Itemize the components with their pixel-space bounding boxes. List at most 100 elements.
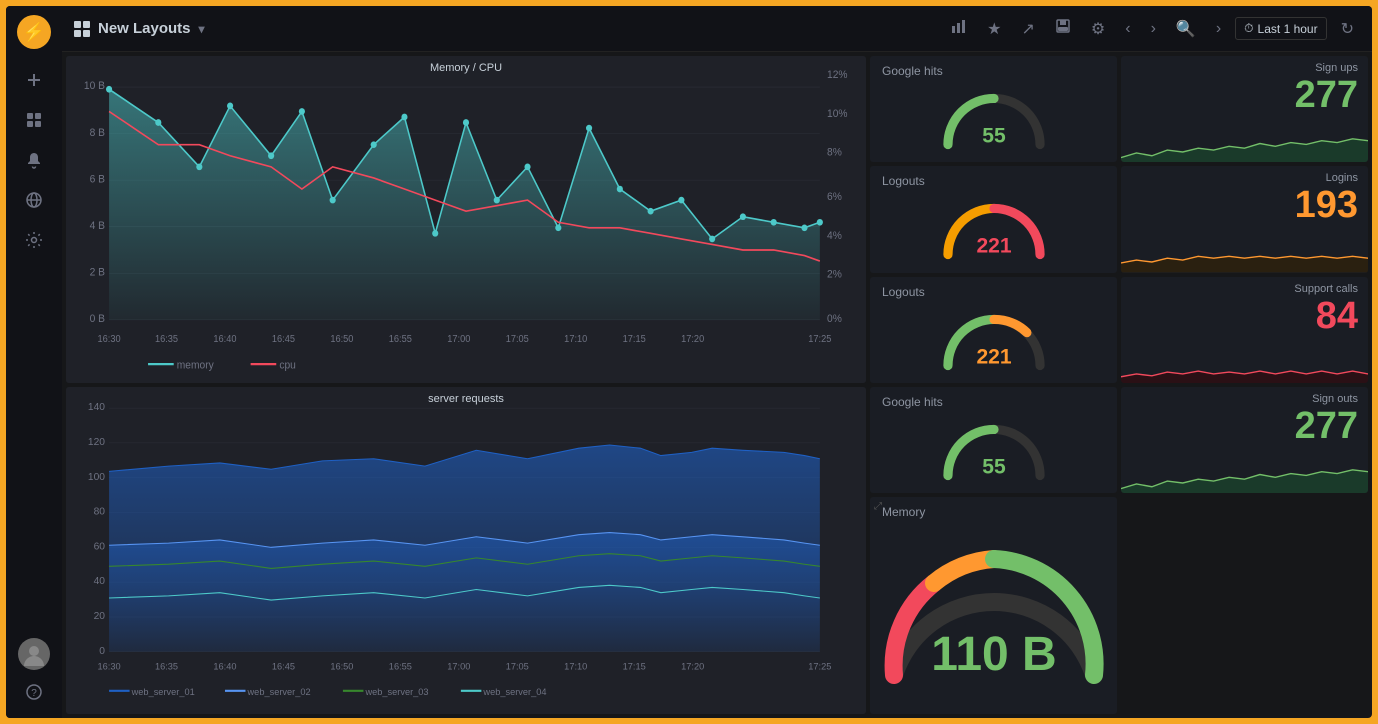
sign-outs-panel: Sign outs 277 (1121, 387, 1368, 493)
server-requests-title: server requests (66, 387, 866, 407)
app-logo[interactable]: ⚡ (16, 14, 52, 50)
svg-text:2%: 2% (827, 268, 842, 280)
svg-text:0: 0 (99, 646, 105, 657)
svg-text:0%: 0% (827, 313, 842, 325)
topbar: New Layouts ▾ ★ ↗ (62, 6, 1372, 52)
support-calls-value: 84 (1121, 297, 1368, 341)
gear-icon[interactable]: ⚙ (1085, 15, 1111, 43)
svg-text:16:50: 16:50 (330, 662, 353, 672)
svg-text:web_server_02: web_server_02 (247, 687, 311, 697)
add-icon[interactable] (16, 62, 52, 98)
svg-text:cpu: cpu (279, 359, 296, 371)
memory-svg: 110 B (874, 535, 1114, 695)
svg-text:17:10: 17:10 (564, 334, 587, 345)
expand-icon[interactable]: ⤢ (874, 501, 882, 512)
svg-text:55: 55 (982, 455, 1006, 478)
memory-title: Memory (878, 505, 925, 519)
bell-icon[interactable] (16, 142, 52, 178)
dropdown-arrow[interactable]: ▾ (199, 22, 205, 36)
svg-text:17:25: 17:25 (808, 334, 831, 345)
google-hits2-title: Google hits (878, 395, 943, 409)
app-title: New Layouts (98, 20, 191, 37)
svg-text:16:40: 16:40 (213, 662, 236, 672)
svg-text:16:35: 16:35 (155, 662, 178, 672)
nav-right-icon[interactable]: › (1210, 16, 1227, 42)
logouts-gauge: Logouts 221 (870, 166, 1117, 272)
time-range[interactable]: ⏱ Last 1 hour (1235, 17, 1326, 40)
logouts-title: Logouts (878, 174, 925, 188)
settings-icon[interactable] (16, 222, 52, 258)
svg-text:17:10: 17:10 (564, 662, 587, 672)
svg-text:10%: 10% (827, 108, 848, 120)
svg-text:221: 221 (976, 345, 1011, 368)
svg-text:17:15: 17:15 (623, 334, 646, 345)
svg-text:web_server_01: web_server_01 (131, 687, 195, 697)
svg-text:0 B: 0 B (90, 313, 105, 325)
svg-text:16:55: 16:55 (389, 662, 412, 672)
svg-text:20: 20 (94, 611, 106, 622)
time-label: Last 1 hour (1258, 22, 1318, 36)
refresh-icon[interactable]: ↻ (1335, 15, 1360, 43)
sign-ups-panel: Sign ups 277 (1121, 56, 1368, 162)
svg-text:17:15: 17:15 (623, 662, 646, 672)
svg-text:17:20: 17:20 (681, 662, 704, 672)
memory-gauge: ⤢ Memory 110 B (870, 497, 1117, 714)
svg-text:16:50: 16:50 (330, 334, 353, 345)
svg-text:memory: memory (177, 359, 215, 371)
app-title-area: New Layouts ▾ (74, 20, 205, 37)
svg-text:16:40: 16:40 (213, 334, 236, 345)
logins-value: 193 (1121, 186, 1368, 230)
svg-text:100: 100 (88, 472, 105, 483)
logouts2-gauge: Logouts 221 (870, 277, 1117, 383)
right-panel: New Layouts ▾ ★ ↗ (62, 6, 1372, 718)
logouts2-title: Logouts (878, 285, 925, 299)
chart-icon[interactable] (945, 14, 973, 43)
svg-text:4%: 4% (827, 230, 842, 242)
svg-text:10 B: 10 B (84, 80, 105, 92)
server-requests-panel: server requests 140 120 100 80 60 40 20 … (66, 387, 866, 714)
svg-text:110 B: 110 B (931, 628, 1056, 681)
svg-text:17:25: 17:25 (808, 662, 831, 672)
help-icon[interactable]: ? (16, 674, 52, 710)
google-hits-gauge: Google hits 55 (870, 56, 1117, 162)
globe-icon[interactable] (16, 182, 52, 218)
svg-text:17:05: 17:05 (506, 334, 529, 345)
save-icon[interactable] (1049, 14, 1077, 43)
sign-outs-title: Sign outs (1121, 387, 1368, 407)
svg-text:⚡: ⚡ (23, 21, 45, 43)
google-hits-title: Google hits (878, 64, 943, 78)
svg-text:17:00: 17:00 (447, 334, 470, 345)
google-hits2-gauge: Google hits 55 (870, 387, 1117, 493)
svg-text:16:30: 16:30 (98, 334, 121, 345)
dashboard-icon[interactable] (16, 102, 52, 138)
right-section: Google hits 55 Sign ups 277 (870, 56, 1368, 714)
svg-text:16:55: 16:55 (389, 334, 412, 345)
svg-text:17:05: 17:05 (506, 662, 529, 672)
share-icon[interactable]: ↗ (1016, 15, 1041, 43)
chevron-right-icon[interactable]: › (1145, 16, 1162, 42)
memory-cpu-chart: 10 B 8 B 6 B 4 B 2 B 0 B 12% 10% 8% 6% 4… (66, 56, 866, 383)
user-avatar[interactable] (18, 638, 50, 670)
charts-column: Memory / CPU 10 B 8 B 6 B 4 B 2 B 0 B 12… (66, 56, 866, 714)
svg-text:80: 80 (94, 507, 106, 518)
star-icon[interactable]: ★ (981, 15, 1007, 43)
chevron-left-icon[interactable]: ‹ (1119, 16, 1136, 42)
svg-text:17:20: 17:20 (681, 334, 704, 345)
svg-text:60: 60 (94, 541, 106, 552)
svg-text:?: ? (31, 688, 37, 699)
grid-icon (74, 21, 90, 37)
svg-text:16:35: 16:35 (155, 334, 178, 345)
memory-cpu-title: Memory / CPU (66, 56, 866, 76)
svg-text:16:45: 16:45 (272, 334, 295, 345)
svg-text:221: 221 (976, 235, 1011, 258)
svg-text:6%: 6% (827, 191, 842, 203)
logins-panel: Logins 193 (1121, 166, 1368, 272)
sign-ups-title: Sign ups (1121, 56, 1368, 76)
svg-text:8%: 8% (827, 146, 842, 158)
support-calls-title: Support calls (1121, 277, 1368, 297)
svg-text:16:45: 16:45 (272, 662, 295, 672)
support-calls-panel: Support calls 84 (1121, 277, 1368, 383)
logouts2-svg: 221 (904, 303, 1084, 375)
svg-text:40: 40 (94, 576, 106, 587)
search-icon[interactable]: 🔍 (1170, 15, 1202, 43)
